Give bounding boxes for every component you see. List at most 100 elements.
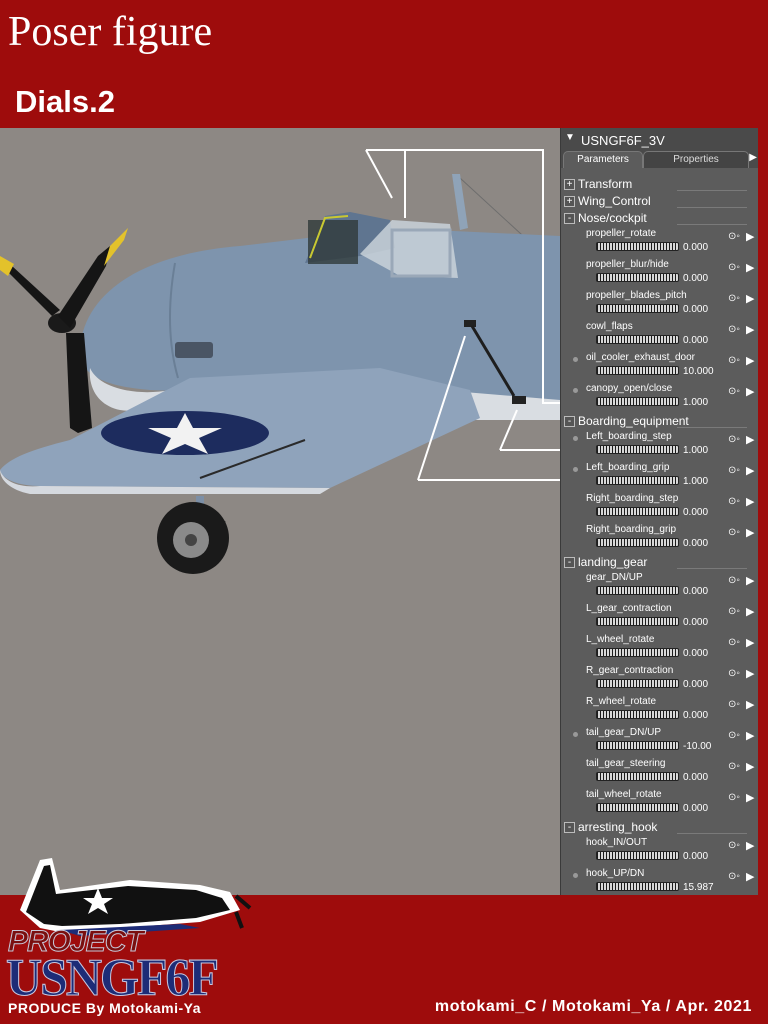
- parameter-link-icon[interactable]: ⊙◦: [728, 575, 740, 586]
- parameter-link-icon[interactable]: ⊙◦: [728, 730, 740, 741]
- parameter-dial[interactable]: [596, 772, 679, 781]
- parameter-value[interactable]: 1.000: [683, 476, 708, 487]
- parameter-menu-arrow-icon[interactable]: ▶: [746, 636, 754, 649]
- parameter-menu-arrow-icon[interactable]: ▶: [746, 261, 754, 274]
- parameter-dial-row: Right_boarding_grip 0.000 ⊙◦ ▶: [561, 523, 759, 554]
- parameter-dial[interactable]: [596, 679, 679, 688]
- parameter-menu-arrow-icon[interactable]: ▶: [746, 230, 754, 243]
- param-group[interactable]: - Nose/cockpit: [561, 210, 759, 227]
- parameter-link-icon[interactable]: ⊙◦: [728, 355, 740, 366]
- parameter-dial[interactable]: [596, 882, 679, 891]
- parameter-menu-arrow-icon[interactable]: ▶: [746, 385, 754, 398]
- tab-parameters[interactable]: Parameters: [563, 151, 643, 168]
- parameter-value[interactable]: 0.000: [683, 586, 708, 597]
- parameter-dial[interactable]: [596, 366, 679, 375]
- parameter-dial[interactable]: [596, 476, 679, 485]
- expand-toggle-icon[interactable]: -: [564, 416, 575, 427]
- parameter-link-icon[interactable]: ⊙◦: [728, 606, 740, 617]
- parameter-value[interactable]: 10.000: [683, 366, 714, 377]
- parameter-value[interactable]: 0.000: [683, 710, 708, 721]
- parameter-link-icon[interactable]: ⊙◦: [728, 761, 740, 772]
- parameter-value[interactable]: 0.000: [683, 803, 708, 814]
- parameter-menu-arrow-icon[interactable]: ▶: [746, 292, 754, 305]
- parameter-value[interactable]: 15.987: [683, 882, 714, 893]
- parameter-value[interactable]: 0.000: [683, 242, 708, 253]
- parameter-menu-arrow-icon[interactable]: ▶: [746, 354, 754, 367]
- parameter-link-icon[interactable]: ⊙◦: [728, 386, 740, 397]
- parameter-value[interactable]: 0.000: [683, 304, 708, 315]
- param-group[interactable]: + Wing_Control: [561, 193, 759, 210]
- expand-toggle-icon[interactable]: -: [564, 822, 575, 833]
- parameter-dial[interactable]: [596, 538, 679, 547]
- param-group[interactable]: + Transform: [561, 176, 759, 193]
- parameter-menu-arrow-icon[interactable]: ▶: [746, 870, 754, 883]
- expand-toggle-icon[interactable]: +: [564, 179, 575, 190]
- parameter-dial[interactable]: [596, 507, 679, 516]
- parameter-menu-arrow-icon[interactable]: ▶: [746, 667, 754, 680]
- parameter-menu-arrow-icon[interactable]: ▶: [746, 839, 754, 852]
- param-group[interactable]: - Boarding_equipment: [561, 413, 759, 430]
- parameter-dial-row: propeller_blur/hide 0.000 ⊙◦ ▶: [561, 258, 759, 289]
- collapse-triangle-icon[interactable]: ▼: [565, 132, 575, 143]
- param-group[interactable]: - arresting_hook: [561, 819, 759, 836]
- parameter-link-icon[interactable]: ⊙◦: [728, 840, 740, 851]
- parameter-link-icon[interactable]: ⊙◦: [728, 465, 740, 476]
- parameter-link-icon[interactable]: ⊙◦: [728, 668, 740, 679]
- parameter-menu-arrow-icon[interactable]: ▶: [746, 323, 754, 336]
- parameter-menu-arrow-icon[interactable]: ▶: [746, 495, 754, 508]
- parameter-link-icon[interactable]: ⊙◦: [728, 871, 740, 882]
- parameter-value[interactable]: 0.000: [683, 335, 708, 346]
- parameter-dial[interactable]: [596, 851, 679, 860]
- parameter-dial[interactable]: [596, 273, 679, 282]
- parameter-menu-arrow-icon[interactable]: ▶: [746, 526, 754, 539]
- parameter-dial[interactable]: [596, 617, 679, 626]
- parameter-value[interactable]: 0.000: [683, 617, 708, 628]
- parameter-dial[interactable]: [596, 335, 679, 344]
- parameter-dial[interactable]: [596, 741, 679, 750]
- parameter-value[interactable]: 0.000: [683, 507, 708, 518]
- parameter-value[interactable]: 0.000: [683, 772, 708, 783]
- panel-menu-arrow-icon[interactable]: ▶: [749, 152, 757, 163]
- parameter-label: gear_DN/UP: [586, 572, 643, 583]
- parameter-link-icon[interactable]: ⊙◦: [728, 293, 740, 304]
- expand-toggle-icon[interactable]: +: [564, 196, 575, 207]
- parameter-value[interactable]: 1.000: [683, 397, 708, 408]
- parameter-value[interactable]: -10.00: [683, 741, 711, 752]
- expand-toggle-icon[interactable]: -: [564, 557, 575, 568]
- parameter-dial[interactable]: [596, 397, 679, 406]
- parameter-link-icon[interactable]: ⊙◦: [728, 324, 740, 335]
- parameter-value[interactable]: 0.000: [683, 538, 708, 549]
- parameter-link-icon[interactable]: ⊙◦: [728, 699, 740, 710]
- parameter-value[interactable]: 0.000: [683, 679, 708, 690]
- parameter-dial[interactable]: [596, 710, 679, 719]
- parameter-menu-arrow-icon[interactable]: ▶: [746, 433, 754, 446]
- parameter-link-icon[interactable]: ⊙◦: [728, 496, 740, 507]
- parameter-menu-arrow-icon[interactable]: ▶: [746, 791, 754, 804]
- parameter-link-icon[interactable]: ⊙◦: [728, 231, 740, 242]
- parameter-dial[interactable]: [596, 586, 679, 595]
- parameter-link-icon[interactable]: ⊙◦: [728, 434, 740, 445]
- parameter-menu-arrow-icon[interactable]: ▶: [746, 760, 754, 773]
- parameter-menu-arrow-icon[interactable]: ▶: [746, 729, 754, 742]
- parameter-menu-arrow-icon[interactable]: ▶: [746, 605, 754, 618]
- parameter-dial[interactable]: [596, 803, 679, 812]
- parameter-dial[interactable]: [596, 648, 679, 657]
- viewport-3d[interactable]: [0, 128, 560, 895]
- parameter-value[interactable]: 0.000: [683, 851, 708, 862]
- parameter-value[interactable]: 0.000: [683, 273, 708, 284]
- parameter-link-icon[interactable]: ⊙◦: [728, 262, 740, 273]
- parameter-menu-arrow-icon[interactable]: ▶: [746, 574, 754, 587]
- expand-toggle-icon[interactable]: -: [564, 213, 575, 224]
- parameter-dial[interactable]: [596, 242, 679, 251]
- param-group[interactable]: - landing_gear: [561, 554, 759, 571]
- parameter-dial[interactable]: [596, 304, 679, 313]
- parameter-link-icon[interactable]: ⊙◦: [728, 792, 740, 803]
- parameter-link-icon[interactable]: ⊙◦: [728, 527, 740, 538]
- parameter-menu-arrow-icon[interactable]: ▶: [746, 698, 754, 711]
- parameter-dial[interactable]: [596, 445, 679, 454]
- parameter-link-icon[interactable]: ⊙◦: [728, 637, 740, 648]
- parameter-value[interactable]: 1.000: [683, 445, 708, 456]
- tab-properties[interactable]: Properties: [643, 151, 749, 168]
- parameter-menu-arrow-icon[interactable]: ▶: [746, 464, 754, 477]
- parameter-value[interactable]: 0.000: [683, 648, 708, 659]
